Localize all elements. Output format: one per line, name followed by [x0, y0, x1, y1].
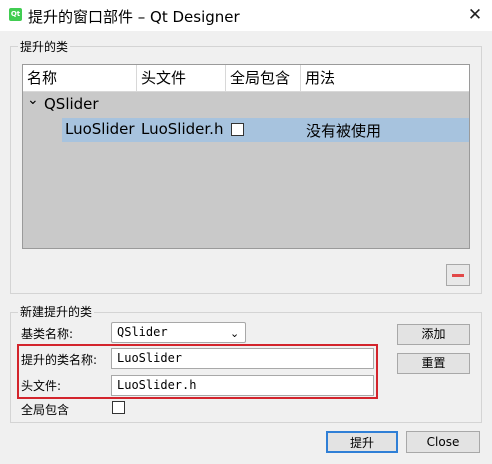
base-class-select[interactable]: QSlider ⌄	[111, 322, 246, 343]
expand-arrow-icon[interactable]: ⌄	[27, 92, 39, 108]
column-header-global-include[interactable]: 全局包含	[226, 65, 300, 92]
global-include-label: 全局包含	[21, 403, 70, 417]
column-header-name[interactable]: 名称	[23, 65, 136, 92]
tree-cell-usage: 没有被使用	[306, 122, 382, 140]
promoted-classes-group-title: 提升的类	[18, 38, 71, 55]
tree-item-base-class[interactable]: QSlider	[44, 95, 99, 113]
tree-header: 名称 头文件 全局包含 用法	[23, 65, 469, 92]
promoted-classes-tree[interactable]: 名称 头文件 全局包含 用法 ⌄ QSlider LuoSlider LuoSl…	[22, 64, 470, 249]
minus-icon	[452, 274, 464, 277]
global-include-checkbox[interactable]	[112, 401, 125, 414]
close-window-icon[interactable]: ✕	[461, 2, 489, 28]
reset-button[interactable]: 重置	[397, 353, 470, 374]
column-header-header-file[interactable]: 头文件	[137, 65, 225, 92]
promote-button[interactable]: 提升	[326, 431, 398, 453]
new-promoted-class-group-title: 新建提升的类	[18, 303, 95, 320]
qt-app-icon: Qt	[9, 8, 22, 21]
chevron-down-icon: ⌄	[230, 327, 240, 340]
tree-cell-header[interactable]: LuoSlider.h	[141, 120, 223, 138]
column-header-usage[interactable]: 用法	[301, 65, 469, 92]
title-bar: Qt 提升的窗口部件 – Qt Designer ✕	[0, 0, 492, 31]
base-class-label: 基类名称:	[21, 327, 74, 341]
base-class-select-value: QSlider	[117, 325, 168, 339]
add-button[interactable]: 添加	[397, 324, 470, 345]
close-button[interactable]: Close	[406, 431, 480, 453]
tree-cell-name[interactable]: LuoSlider	[65, 120, 135, 138]
remove-promoted-class-button[interactable]	[446, 264, 470, 286]
global-include-checkbox-cell[interactable]	[231, 123, 244, 136]
annotation-highlight-box	[17, 344, 378, 399]
window-title: 提升的窗口部件 – Qt Designer	[28, 8, 240, 26]
